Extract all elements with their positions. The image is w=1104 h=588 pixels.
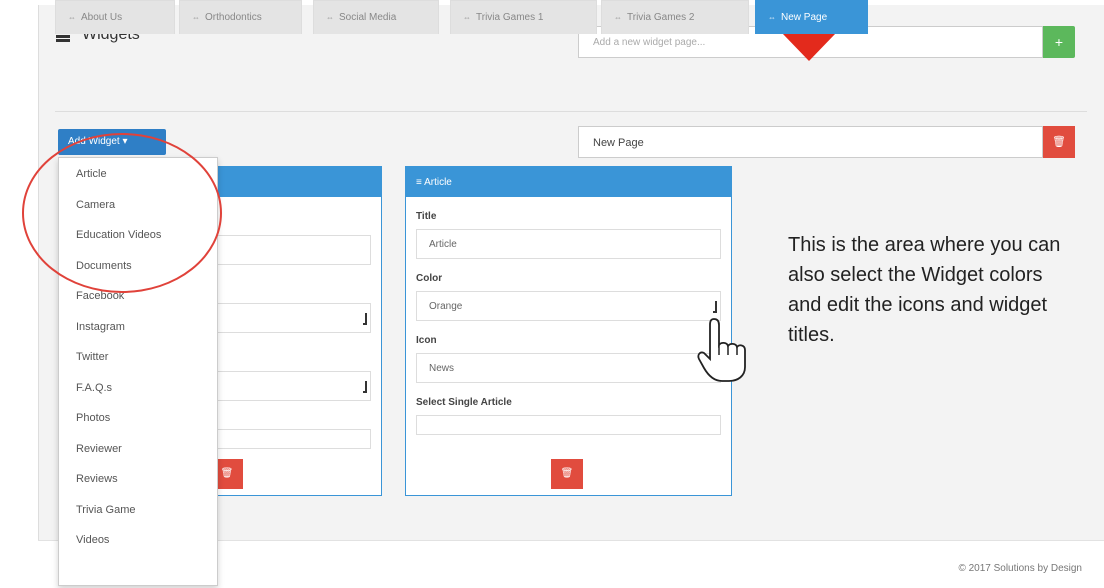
widget-input[interactable] (216, 235, 371, 265)
trash-icon: 🗑 (220, 468, 234, 479)
menu-item-twitter[interactable]: Twitter (59, 341, 217, 372)
page: Widgets Add a new widget page... + ⇔ Abou… (0, 0, 1104, 588)
trash-icon: 🗑 (560, 468, 574, 479)
arrows-icon: ⇔ (768, 13, 776, 22)
select-arrow-icon (713, 301, 717, 313)
select-arrow-icon (363, 313, 367, 325)
red-arrow-annotation (782, 33, 836, 61)
widget-card-left: 🗑 (205, 166, 382, 496)
tab-new-page[interactable]: ⇔ New Page (755, 0, 868, 34)
delete-page-button[interactable]: 🗑 (1043, 126, 1075, 158)
widget-select[interactable] (216, 429, 371, 449)
tab-trivia-games-2[interactable]: ⇔ Trivia Games 2 (601, 0, 749, 34)
arrows-icon: ⇔ (463, 13, 471, 22)
select-arrow-icon (363, 381, 367, 393)
color-select[interactable]: Orange (416, 291, 721, 321)
menu-item-reviews[interactable]: Reviews (59, 463, 217, 494)
hand-pointer-icon (697, 318, 746, 382)
tab-trivia-games-1[interactable]: ⇔ Trivia Games 1 (450, 0, 597, 34)
menu-item-reviewer[interactable]: Reviewer (59, 433, 217, 464)
menu-item-videos[interactable]: Videos (59, 524, 217, 555)
color-label: Color (416, 273, 443, 284)
menu-item-trivia-game[interactable]: Trivia Game (59, 494, 217, 525)
menu-icon: ≡ (416, 177, 425, 188)
title-label: Title (416, 211, 437, 222)
page-name-input[interactable]: New Page (578, 126, 1043, 158)
annotation-text: This is the area where you can also sele… (788, 234, 1061, 346)
single-article-label: Select Single Article (416, 397, 512, 408)
arrows-icon: ⇔ (326, 13, 334, 22)
tabs-divider (55, 111, 1087, 112)
widget-select[interactable] (216, 303, 371, 333)
widget-header (206, 167, 381, 197)
menu-item-photos[interactable]: Photos (59, 402, 217, 433)
delete-widget-button[interactable]: 🗑 (551, 459, 583, 489)
red-circle-annotation (22, 133, 222, 293)
icon-label: Icon (416, 335, 437, 346)
tab-social-media[interactable]: ⇔ Social Media (313, 0, 439, 34)
menu-item-faqs[interactable]: F.A.Q.s (59, 372, 217, 403)
arrows-icon: ⇔ (614, 13, 622, 22)
arrows-icon: ⇔ (192, 13, 200, 22)
title-input[interactable]: Article (416, 229, 721, 259)
menu-item-instagram[interactable]: Instagram (59, 311, 217, 342)
trash-icon: 🗑 (1052, 136, 1066, 148)
single-article-select[interactable] (416, 415, 721, 435)
icon-select[interactable]: News (416, 353, 721, 383)
widget-header: ≡ Article (406, 167, 731, 197)
widget-select[interactable] (216, 371, 371, 401)
add-page-button[interactable]: + (1043, 26, 1075, 58)
tab-about-us[interactable]: ⇔ About Us (55, 0, 175, 34)
tab-orthodontics[interactable]: ⇔ Orthodontics (179, 0, 302, 34)
copyright: © 2017 Solutions by Design (958, 563, 1082, 574)
arrows-icon: ⇔ (68, 13, 76, 22)
widget-card-article: ≡ Article Title Article Color Orange Ico… (405, 166, 732, 496)
